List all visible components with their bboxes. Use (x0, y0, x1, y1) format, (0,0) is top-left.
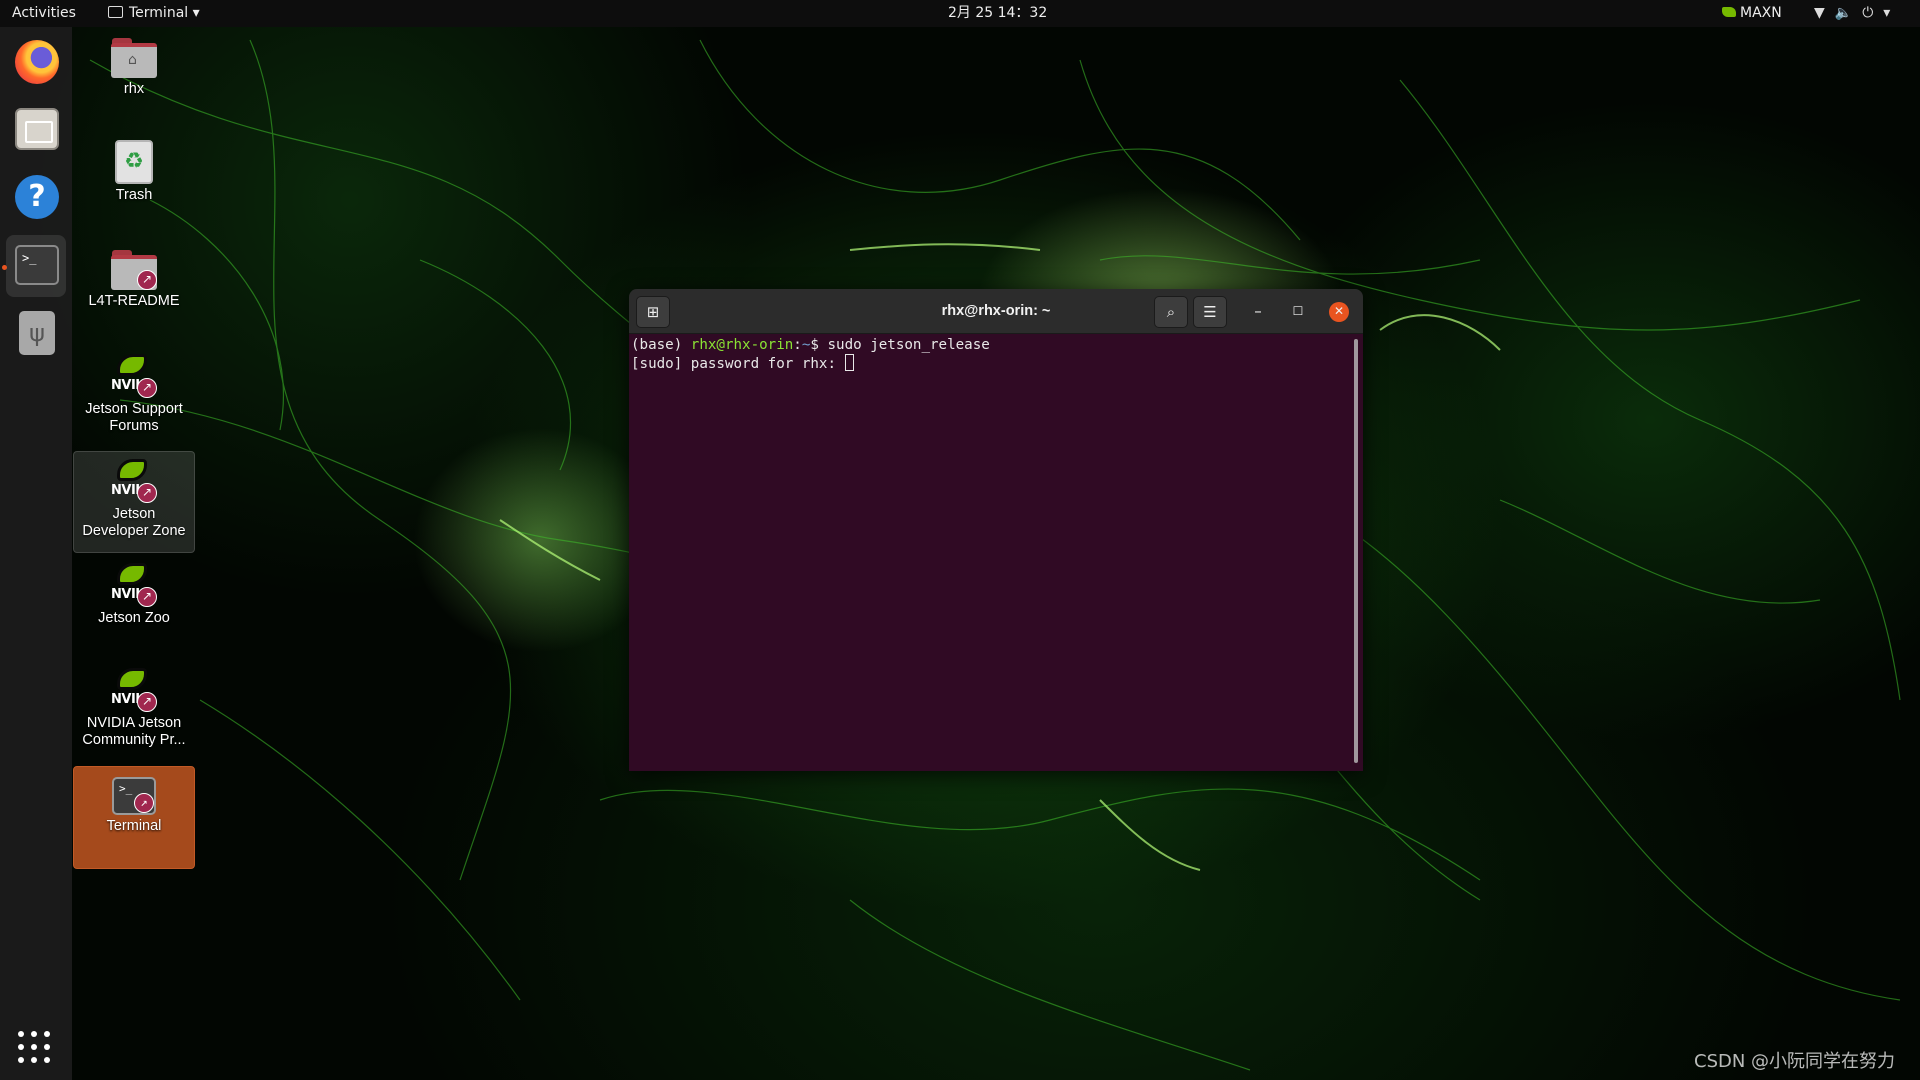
chevron-down-icon: ▾ (1883, 5, 1891, 21)
app-menu-label: Terminal (129, 5, 189, 21)
show-applications-button[interactable] (18, 1031, 54, 1067)
power-mode-indicator[interactable]: MAXN (1722, 0, 1782, 27)
desktop-icon-label: Terminal (106, 818, 162, 834)
text-cursor (844, 354, 854, 371)
files-icon (15, 108, 59, 150)
watermark: CSDN @小阮同学在努力 (1694, 1051, 1896, 1072)
terminal-line-password: [sudo] password for rhx: (631, 354, 1363, 373)
shortcut-arrow-icon: ↗ (137, 270, 157, 290)
desktop-icon-label: Jetson Developer Zone (82, 506, 186, 539)
nvidia-icon (1722, 7, 1736, 17)
terminal-line-command: (base) rhx@rhx-orin:~$ sudo jetson_relea… (631, 336, 1363, 354)
minimize-button[interactable]: – (1243, 296, 1273, 328)
maximize-button[interactable]: ☐ (1283, 296, 1313, 328)
terminal-titlebar[interactable]: rhx@rhx-orin: ~ ⊞ ⌕ ☰ – ☐ ✕ (629, 289, 1363, 334)
nvidia-logo-icon: NVIL ↗ (111, 352, 157, 398)
power-mode-label: MAXN (1740, 5, 1782, 21)
top-bar: Activities Terminal ▾ 2月 25 14：32 MAXN ▼… (0, 0, 1920, 27)
clock[interactable]: 2月 25 14：32 (948, 0, 1047, 27)
dock-item-terminal[interactable]: >_ (6, 235, 66, 297)
desktop-icon-trash[interactable]: ♻ Trash (73, 140, 195, 204)
dock-item-firefox[interactable] (6, 33, 66, 95)
desktop-icon-terminal[interactable]: >_ ↗ Terminal (73, 766, 195, 869)
new-tab-icon: ⊞ (646, 303, 660, 321)
close-icon: ✕ (1333, 304, 1345, 318)
terminal-scrollbar[interactable] (1354, 339, 1358, 763)
nvidia-logo-icon: NVIL ↗ (111, 666, 157, 712)
folder-icon: ↗ (111, 250, 157, 290)
password-prompt: [sudo] password for rhx: (631, 356, 845, 372)
terminal-icon: >_ ↗ (112, 777, 156, 815)
command-text: sudo jetson_release (827, 337, 990, 353)
desktop-icon-nvidia-jetson-community-projects[interactable]: NVIL ↗ NVIDIA Jetson Community Pr... (73, 666, 195, 749)
system-menu[interactable]: ▼ 🔈 ⏻ ▾ (1814, 0, 1900, 27)
new-tab-button[interactable]: ⊞ (636, 296, 670, 328)
terminal-icon: >_ (15, 245, 59, 285)
terminal-output[interactable]: (base) rhx@rhx-orin:~$ sudo jetson_relea… (629, 334, 1363, 771)
desktop-icon-jetson-zoo[interactable]: NVIL ↗ Jetson Zoo (73, 561, 195, 627)
shortcut-arrow-icon: ↗ (134, 793, 154, 813)
shortcut-arrow-icon: ↗ (137, 483, 157, 503)
dock: ? >_ ψ (0, 27, 72, 1080)
shortcut-arrow-icon: ↗ (137, 587, 157, 607)
power-icon: ⏻ (1862, 5, 1874, 21)
desktop-icon-jetson-support-forums[interactable]: NVIL ↗ Jetson Support Forums (73, 352, 195, 435)
prompt-symbol: $ (810, 337, 828, 353)
terminal-window[interactable]: rhx@rhx-orin: ~ ⊞ ⌕ ☰ – ☐ ✕ (base) rhx@r… (629, 289, 1363, 771)
nvidia-logo-icon: NVIL ↗ (111, 561, 157, 607)
desktop-icon-jetson-developer-zone[interactable]: NVIL ↗ Jetson Developer Zone (73, 451, 195, 553)
desktop-icon-label: rhx (123, 81, 145, 97)
prompt-user-host: rhx@rhx-orin (690, 337, 794, 353)
maximize-icon: ☐ (1292, 304, 1304, 318)
wifi-icon: ▼ (1814, 5, 1825, 21)
minimize-icon: – (1254, 302, 1262, 320)
desktop-icon-l4t-readme[interactable]: ↗ L4T-README (73, 246, 195, 310)
prompt-separator: : (793, 337, 802, 353)
hamburger-menu-icon: ☰ (1203, 303, 1217, 321)
chevron-down-icon: ▾ (188, 5, 200, 21)
app-menu-button[interactable]: Terminal ▾ (108, 0, 200, 27)
home-folder-icon: ⌂ (111, 38, 157, 78)
desktop-icon-label: Jetson Zoo (98, 610, 170, 626)
search-button[interactable]: ⌕ (1154, 296, 1188, 328)
nvidia-logo-icon: NVIL ↗ (111, 457, 157, 503)
firefox-icon (15, 40, 59, 84)
terminal-icon (108, 6, 123, 18)
desktop-icon-home[interactable]: ⌂ rhx (73, 34, 195, 98)
shortcut-arrow-icon: ↗ (137, 378, 157, 398)
hamburger-menu-button[interactable]: ☰ (1193, 296, 1227, 328)
usb-drive-icon: ψ (19, 311, 55, 355)
shortcut-arrow-icon: ↗ (137, 692, 157, 712)
close-button[interactable]: ✕ (1329, 302, 1349, 322)
dock-item-help[interactable]: ? (6, 167, 66, 229)
volume-icon: 🔈 (1834, 5, 1853, 21)
running-indicator (2, 265, 7, 270)
help-icon: ? (15, 175, 59, 219)
activities-button[interactable]: Activities (12, 0, 76, 27)
search-icon: ⌕ (1166, 303, 1176, 321)
dock-item-files[interactable] (6, 100, 66, 162)
desktop-icon-label: L4T-README (88, 293, 180, 309)
desktop-icon-label: Trash (115, 187, 153, 203)
trash-icon: ♻ (115, 140, 153, 184)
desktop-icon-label: Jetson Support Forums (85, 401, 183, 434)
dock-item-usb-drive[interactable]: ψ (6, 303, 66, 365)
conda-env: (base) (631, 337, 691, 353)
desktop-icon-label: NVIDIA Jetson Community Pr... (82, 715, 186, 748)
